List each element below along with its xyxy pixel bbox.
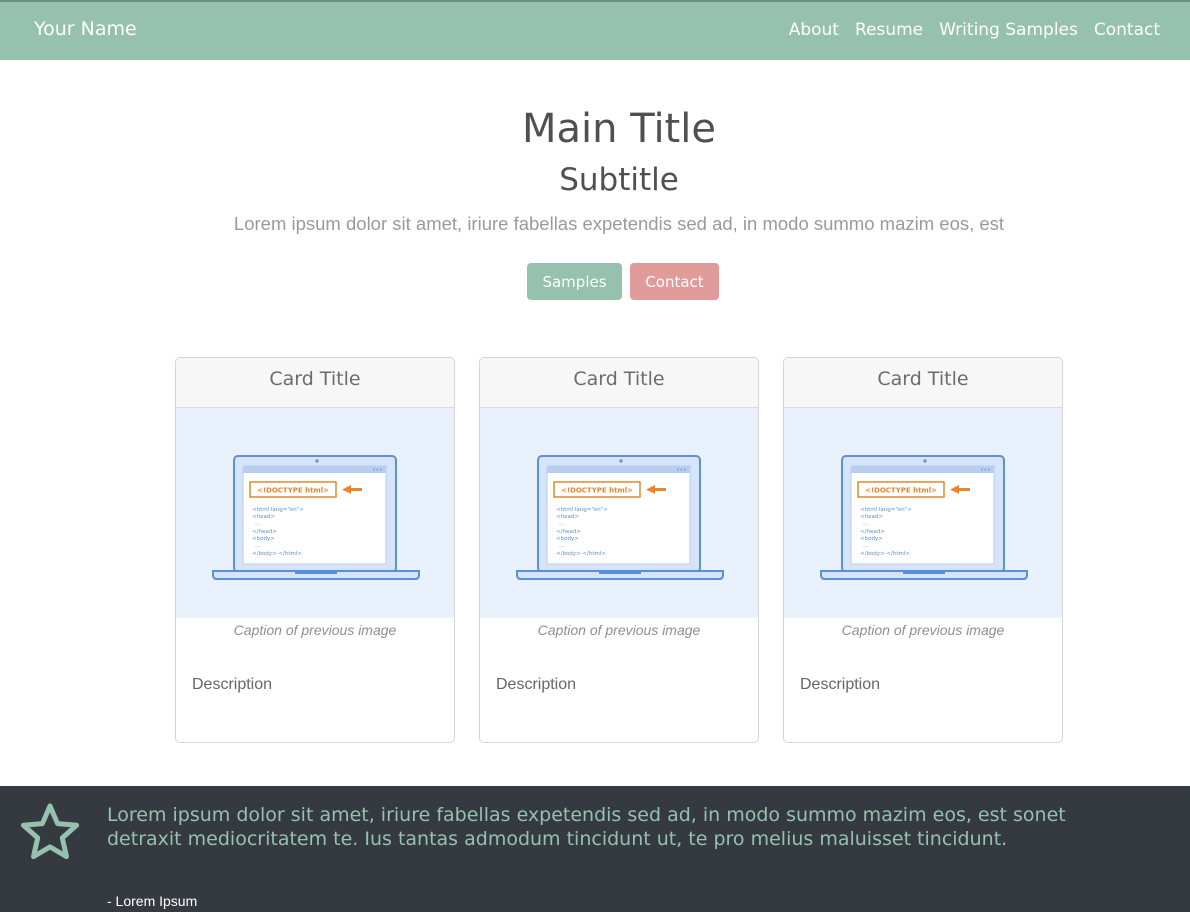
card-title: Card Title (480, 358, 758, 408)
card-description: Description (496, 676, 577, 693)
hero-lead-text: Lorem ipsum dolor sit amet, iriure fabel… (233, 213, 1005, 234)
code-line-4: </head> (252, 529, 277, 535)
card-description: Description (800, 676, 881, 693)
card-caption: Caption of previous image (841, 622, 1005, 638)
code-line-1: <html lang="en"> (556, 507, 608, 513)
card-image: <!DOCTYPE html> <html lang="en"> <head> … (176, 408, 454, 618)
star-icon (20, 803, 80, 860)
card-3: Card Title <!DOCTYPE html> <html lang="e… (783, 357, 1063, 743)
code-line-7: </body> </html> (556, 551, 606, 557)
nav-link-contact[interactable]: Contact (1094, 20, 1160, 40)
code-line-3: ... (559, 521, 564, 527)
code-line-6: ... (255, 543, 260, 549)
nav-link-writing-samples[interactable]: Writing Samples (939, 20, 1078, 40)
page-subtitle: Subtitle (559, 162, 679, 198)
code-line-5: <body> (556, 536, 579, 542)
code-line-2: <head> (556, 514, 579, 520)
code-line-3: ... (863, 521, 868, 527)
laptop-code-icon: <!DOCTYPE html> <html lang="en"> <head> … (820, 455, 1028, 580)
quote-section: Lorem ipsum dolor sit amet, iriure fabel… (0, 786, 1190, 912)
quote-author: - Lorem Ipsum (107, 893, 198, 909)
code-line-7: </body> </html> (252, 551, 302, 557)
code-line-3: ... (255, 521, 260, 527)
card-caption: Caption of previous image (233, 622, 397, 638)
code-line-6: ... (863, 543, 868, 549)
card-title: Card Title (784, 358, 1062, 408)
laptop-code-icon: <!DOCTYPE html> <html lang="en"> <head> … (212, 455, 420, 580)
code-doctype: <!DOCTYPE html> (865, 487, 937, 495)
code-line-6: ... (559, 543, 564, 549)
page-title: Main Title (522, 106, 716, 152)
brand-link[interactable]: Your Name (34, 18, 137, 40)
nav-link-about[interactable]: About (789, 20, 839, 40)
nav-links: About Resume Writing Samples Contact (789, 20, 1160, 40)
card-2: Card Title <!DOCTYPE html> <html lang="e… (479, 357, 759, 743)
samples-button[interactable]: Samples (527, 263, 622, 300)
card-image: <!DOCTYPE html> <html lang="en"> <head> … (784, 408, 1062, 618)
card-image: <!DOCTYPE html> <html lang="en"> <head> … (480, 408, 758, 618)
quote-text: Lorem ipsum dolor sit amet, iriure fabel… (107, 804, 1066, 850)
code-line-2: <head> (252, 514, 275, 520)
code-doctype: <!DOCTYPE html> (257, 487, 329, 495)
code-line-1: <html lang="en"> (860, 507, 912, 513)
code-line-7: </body> </html> (860, 551, 910, 557)
code-line-5: <body> (252, 536, 275, 542)
code-line-4: </head> (556, 529, 581, 535)
card-caption: Caption of previous image (537, 622, 701, 638)
card-description: Description (192, 676, 273, 693)
navbar: Your Name About Resume Writing Samples C… (0, 0, 1190, 60)
code-line-4: </head> (860, 529, 885, 535)
laptop-code-icon: <!DOCTYPE html> <html lang="en"> <head> … (516, 455, 724, 580)
card-title: Card Title (176, 358, 454, 408)
code-doctype: <!DOCTYPE html> (561, 487, 633, 495)
hero-buttons: Samples Contact (527, 263, 719, 300)
contact-button[interactable]: Contact (630, 263, 719, 300)
nav-link-resume[interactable]: Resume (855, 20, 923, 40)
code-line-2: <head> (860, 514, 883, 520)
card-1: Card Title <!DOCTYPE html> <html lang="e… (175, 357, 455, 743)
code-line-1: <html lang="en"> (252, 507, 304, 513)
code-line-5: <body> (860, 536, 883, 542)
